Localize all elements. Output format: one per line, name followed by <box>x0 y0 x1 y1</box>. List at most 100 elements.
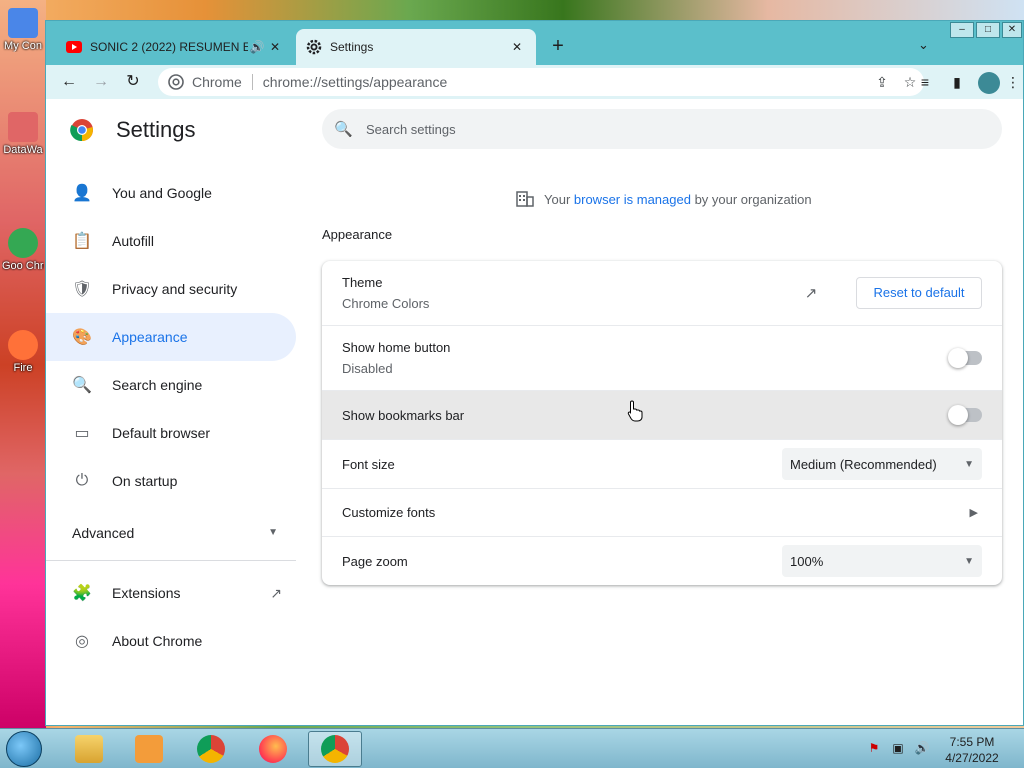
caret-down-icon: ▼ <box>268 527 278 538</box>
sidebar-item-privacy[interactable]: 🛡 Privacy and security <box>46 265 296 313</box>
taskbar-firefox[interactable] <box>246 731 300 767</box>
desktop-top-strip <box>0 0 1024 22</box>
bookmarks-bar-label: Show bookmarks bar <box>342 407 465 423</box>
appearance-card: Theme Chrome Colors ↗ Reset to default S… <box>322 261 1002 585</box>
reset-to-default-button[interactable]: Reset to default <box>856 277 982 309</box>
sidebar-item-default-browser[interactable]: ▭ Default browser <box>46 409 296 457</box>
chrome-icon <box>168 74 184 90</box>
tab-title: SONIC 2 (2022) RESUMEN E <box>90 40 248 54</box>
hand-cursor-icon <box>627 400 643 422</box>
tab-settings[interactable]: Settings ✕ <box>296 29 536 65</box>
taskbar-explorer[interactable] <box>62 731 116 767</box>
theme-label: Theme <box>342 275 383 290</box>
firefox-icon <box>8 330 38 360</box>
home-button-row[interactable]: Show home button Disabled <box>322 325 1002 390</box>
desktop-icon-firefox[interactable]: Fire <box>2 330 44 374</box>
page-zoom-label: Page zoom <box>342 553 408 569</box>
clock-time: 7:55 PM <box>949 735 995 749</box>
managed-notice: Your browser is managed by your organiza… <box>516 191 812 207</box>
search-icon: 🔍 <box>334 121 353 138</box>
reload-button[interactable]: ↻ <box>121 70 145 94</box>
url-text[interactable]: chrome://settings/appearance <box>263 74 868 90</box>
chrome-logo-icon <box>70 119 93 142</box>
system-clock[interactable]: 7:55 PM 4/27/2022 <box>935 734 1009 766</box>
close-tab-icon[interactable]: ✕ <box>508 40 526 54</box>
taskbar: ⚑ ▣ 🔊 7:55 PM 4/27/2022 <box>0 728 1024 768</box>
minimize-button[interactable]: – <box>950 22 974 38</box>
font-size-select[interactable]: Medium (Recommended) ▼ <box>782 448 982 480</box>
tab-title: Settings <box>330 40 374 54</box>
sidebar-item-extensions[interactable]: 🧩 Extensions ↗ <box>46 569 296 617</box>
forward-button[interactable]: → <box>89 70 113 94</box>
search-input[interactable]: Search settings <box>366 122 456 137</box>
maximize-button[interactable]: □ <box>976 22 1000 38</box>
taskbar-media-player[interactable] <box>122 731 176 767</box>
desktop-icon-my-computer[interactable]: My Con <box>2 8 44 52</box>
desktop-icon-datawa[interactable]: DataWa <box>2 112 44 156</box>
sidebar-item-appearance[interactable]: 🎨 Appearance <box>46 313 296 361</box>
sidebar-advanced-toggle[interactable]: Advanced ▼ <box>46 505 296 561</box>
youtube-icon <box>66 41 82 53</box>
network-icon[interactable]: ▣ <box>890 741 906 757</box>
toggle-knob <box>948 348 968 368</box>
sidebar-item-autofill[interactable]: 📋 Autofill <box>46 217 296 265</box>
taskbar-chrome-active[interactable] <box>308 731 362 767</box>
home-button-toggle[interactable] <box>948 348 982 368</box>
side-panel-icon[interactable]: ▮ <box>946 71 968 93</box>
browser-toolbar: ← → ↻ Chrome chrome://settings/appearanc… <box>46 65 1023 99</box>
sidebar-item-you-and-google[interactable]: 👤 You and Google <box>46 169 296 217</box>
close-tab-icon[interactable]: ✕ <box>266 40 284 54</box>
chrome-icon: ◎ <box>75 633 89 650</box>
home-button-status: Disabled <box>342 361 393 376</box>
tab-youtube[interactable]: SONIC 2 (2022) RESUMEN E 🔊 ✕ <box>56 29 294 65</box>
chrome-icon <box>8 228 38 258</box>
browser-icon: ▭ <box>74 425 90 442</box>
puzzle-icon: 🧩 <box>72 585 92 602</box>
browser-window: SONIC 2 (2022) RESUMEN E 🔊 ✕ Settings ✕ … <box>45 20 1024 726</box>
toggle-knob <box>948 405 968 425</box>
dropdown-arrow-icon: ▼ <box>964 458 974 470</box>
clipboard-icon: 📋 <box>72 233 92 250</box>
settings-sidebar: 👤 You and Google 📋 Autofill 🛡 Privacy an… <box>46 169 296 665</box>
person-icon: 👤 <box>72 185 92 202</box>
external-link-icon: ↗ <box>270 584 282 601</box>
audio-icon[interactable]: 🔊 <box>248 40 266 54</box>
reading-list-icon[interactable]: ≡ <box>914 71 936 93</box>
gear-icon <box>306 39 322 55</box>
theme-row[interactable]: Theme Chrome Colors ↗ Reset to default <box>322 261 1002 325</box>
font-size-row: Font size Medium (Recommended) ▼ <box>322 439 1002 488</box>
settings-search-bar[interactable]: 🔍 Search settings <box>322 109 1002 149</box>
bookmarks-bar-row[interactable]: Show bookmarks bar <box>322 390 1002 439</box>
sidebar-item-search-engine[interactable]: 🔍 Search engine <box>46 361 296 409</box>
close-button[interactable]: ✕ <box>1002 22 1022 38</box>
taskbar-chrome[interactable] <box>184 731 238 767</box>
settings-header: Settings <box>70 117 196 143</box>
page-zoom-row: Page zoom 100% ▼ <box>322 536 1002 585</box>
page-zoom-select[interactable]: 100% ▼ <box>782 545 982 577</box>
chevron-right-icon: ▶ <box>969 507 978 519</box>
browser-managed-link[interactable]: browser is managed <box>574 192 691 207</box>
sidebar-item-about-chrome[interactable]: ◎ About Chrome <box>46 617 296 665</box>
chrome-profile-icon <box>321 735 349 763</box>
media-player-icon <box>135 735 163 763</box>
menu-kebab-icon[interactable]: ⋮ <box>1002 71 1024 93</box>
address-bar[interactable]: Chrome chrome://settings/appearance ⇪ ☆ <box>158 68 924 96</box>
desktop-icon-chrome[interactable]: Goo Chro <box>2 228 44 272</box>
settings-page: Settings 🔍 Search settings 👤 You and Goo… <box>46 99 1023 725</box>
profile-avatar[interactable] <box>978 72 1000 94</box>
building-icon <box>516 191 534 207</box>
open-external-icon[interactable]: ↗ <box>800 284 822 302</box>
shield-icon: 🛡 <box>71 281 93 298</box>
bookmarks-bar-toggle[interactable] <box>948 405 982 425</box>
tab-search-icon[interactable]: ⌄ <box>918 37 929 53</box>
share-icon[interactable]: ⇪ <box>868 74 896 91</box>
customize-fonts-row[interactable]: Customize fonts ▶ <box>322 488 1002 536</box>
palette-icon: 🎨 <box>72 329 92 346</box>
new-tab-button[interactable]: + <box>546 35 570 57</box>
volume-icon[interactable]: 🔊 <box>914 741 930 757</box>
back-button[interactable]: ← <box>57 70 81 94</box>
computer-icon <box>8 8 38 38</box>
start-button[interactable] <box>6 731 42 767</box>
action-center-icon[interactable]: ⚑ <box>866 741 882 757</box>
sidebar-item-on-startup[interactable]: ⏻ On startup <box>46 457 296 505</box>
